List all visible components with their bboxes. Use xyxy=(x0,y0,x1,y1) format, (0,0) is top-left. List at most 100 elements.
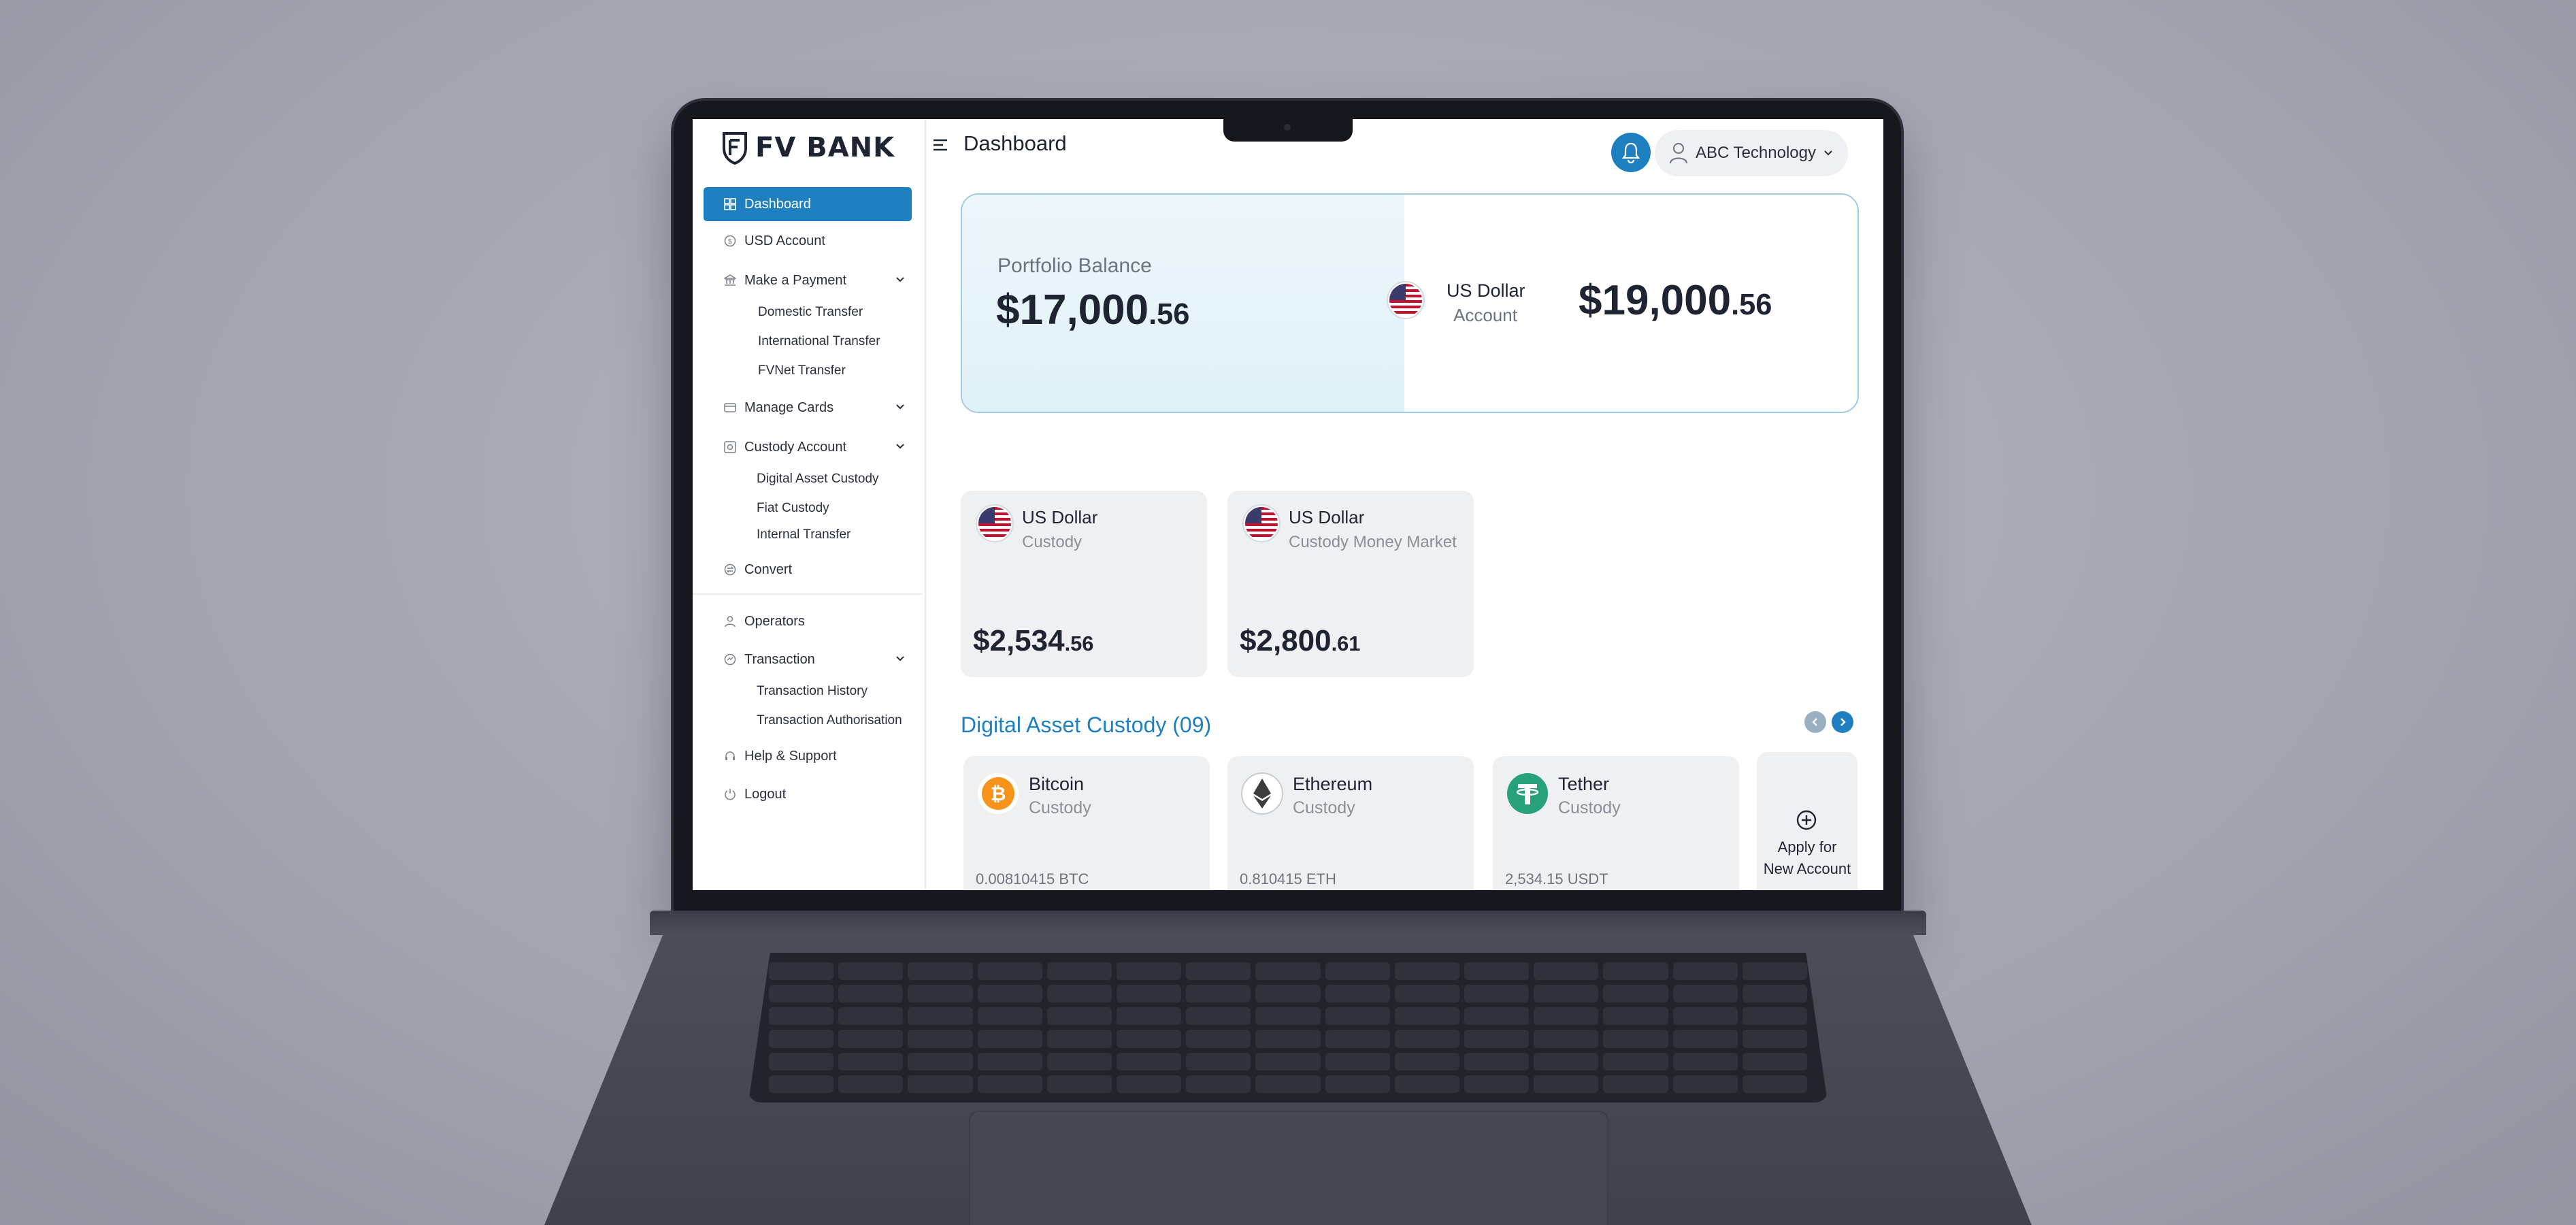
sidebar-subitem-domestic-transfer[interactable]: Domestic Transfer xyxy=(704,297,912,327)
user-menu-dropdown[interactable]: ABC Technology xyxy=(1655,130,1848,176)
asset-title: Tether xyxy=(1558,774,1610,794)
sidebar-item-logout[interactable]: Logout xyxy=(704,777,912,811)
sidebar-nav: Dashboard $ USD Account Make a Payment D… xyxy=(693,187,923,811)
sidebar-item-usd-account[interactable]: $ USD Account xyxy=(704,224,912,258)
sidebar-item-label: Transaction xyxy=(744,651,815,667)
brand-logo[interactable]: FV BANK xyxy=(721,130,895,165)
sidebar-subitem-transaction-authorisation[interactable]: Transaction Authorisation xyxy=(704,706,912,735)
custody-balance: $2,800.61 xyxy=(1240,624,1361,657)
asset-subtitle: Custody xyxy=(1293,798,1355,817)
sidebar-divider xyxy=(693,593,923,595)
asset-quantity: 0.810415 ETH xyxy=(1240,870,1336,887)
chevron-down-icon[interactable] xyxy=(895,402,905,412)
custody-subtitle: Custody Money Market xyxy=(1289,533,1457,551)
sidebar-item-custody-account[interactable]: Custody Account xyxy=(704,430,912,464)
sidebar-item-make-a-payment[interactable]: Make a Payment xyxy=(704,263,912,297)
sidebar-item-dashboard[interactable]: Dashboard xyxy=(704,187,912,221)
chevron-left-icon xyxy=(1812,718,1817,726)
sidebar-subitem-digital-asset-custody[interactable]: Digital Asset Custody xyxy=(704,464,912,493)
us-flag-icon xyxy=(1387,281,1425,319)
vault-icon xyxy=(724,441,736,453)
sidebar-subitem-fvnet-transfer[interactable]: FVNet Transfer xyxy=(704,356,912,385)
apply-new-account-label: Apply for New Account xyxy=(1763,838,1851,877)
asset-subtitle: Custody xyxy=(1558,798,1621,817)
chevron-right-icon xyxy=(1840,718,1846,726)
tether-custody-card[interactable]: Tether Custody 2,534.15 USDT xyxy=(1493,756,1739,890)
asset-title: Ethereum xyxy=(1293,774,1373,794)
headset-icon xyxy=(725,751,735,760)
usd-money-market-card[interactable]: US Dollar Custody Money Market $2,800.61 xyxy=(1227,491,1474,677)
hamburger-menu-icon[interactable] xyxy=(932,138,948,152)
sidebar-item-label: Dashboard xyxy=(744,196,811,212)
card-icon xyxy=(724,403,736,412)
bell-icon xyxy=(1621,142,1640,163)
sidebar-item-manage-cards[interactable]: Manage Cards xyxy=(704,391,912,425)
svg-text:$: $ xyxy=(728,237,733,246)
chevron-down-icon[interactable] xyxy=(895,654,905,664)
carousel-prev-button[interactable] xyxy=(1804,711,1826,733)
laptop-trackpad xyxy=(969,1111,1608,1225)
sidebar-item-label: Make a Payment xyxy=(744,272,847,288)
sidebar-item-label: Operators xyxy=(744,613,805,629)
svg-text:₿: ₿ xyxy=(991,783,1006,805)
sidebar-subitem-fiat-custody[interactable]: Fiat Custody xyxy=(704,493,912,523)
asset-title: Bitcoin xyxy=(1029,774,1085,794)
notifications-button[interactable] xyxy=(1611,133,1651,172)
portfolio-card: Portfolio Balance $17,000.56 US Dollar A… xyxy=(961,193,1859,413)
sidebar: FV BANK Dashboard $ USD Account Make a P… xyxy=(693,119,926,890)
chevron-down-icon[interactable] xyxy=(895,442,905,451)
sidebar-item-label: USD Account xyxy=(744,233,825,248)
portfolio-balance-label: Portfolio Balance xyxy=(997,255,1152,277)
laptop-keyboard xyxy=(748,953,1828,1102)
custody-subtitle: Custody xyxy=(1022,533,1083,551)
bank-icon xyxy=(724,274,736,286)
custody-title: US Dollar xyxy=(1289,507,1365,527)
usd-account-balance: $19,000.56 xyxy=(1579,277,1772,324)
user-icon xyxy=(1670,143,1687,164)
user-icon xyxy=(725,616,736,627)
app-screen: FV BANK Dashboard $ USD Account Make a P… xyxy=(693,119,1883,890)
ethereum-custody-card[interactable]: Ethereum Custody 0.810415 ETH xyxy=(1227,756,1474,890)
usd-custody-card[interactable]: US Dollar Custody $2,534.56 xyxy=(961,491,1207,677)
asset-subtitle: Custody xyxy=(1029,798,1091,817)
portfolio-balance-amount: $17,000.56 xyxy=(996,287,1190,333)
us-flag-icon xyxy=(1242,504,1281,542)
power-icon xyxy=(725,789,736,800)
usd-account-type: Account xyxy=(1453,305,1517,325)
convert-icon xyxy=(724,564,736,576)
tether-icon xyxy=(1507,773,1548,814)
chevron-down-icon[interactable] xyxy=(895,275,905,284)
dollar-circle-icon: $ xyxy=(724,235,736,247)
sidebar-item-label: Manage Cards xyxy=(744,399,834,415)
sidebar-item-convert[interactable]: Convert xyxy=(704,553,912,587)
sidebar-item-label: Custody Account xyxy=(744,439,847,455)
sidebar-subitem-transaction-history[interactable]: Transaction History xyxy=(704,676,912,706)
us-flag-icon xyxy=(976,504,1014,542)
bitcoin-icon: ₿ xyxy=(978,773,1019,814)
sidebar-item-label: Help & Support xyxy=(744,748,837,764)
laptop-hinge xyxy=(650,911,1926,935)
sidebar-item-help-support[interactable]: Help & Support xyxy=(704,739,912,773)
shield-logo-icon xyxy=(723,132,747,165)
sidebar-item-label: Logout xyxy=(744,786,787,802)
custody-title: US Dollar xyxy=(1022,507,1098,527)
camera-notch xyxy=(1223,117,1353,142)
bitcoin-custody-card[interactable]: ₿ Bitcoin Custody 0.00810415 BTC xyxy=(963,756,1210,890)
brand-name: FV BANK xyxy=(755,132,895,163)
sidebar-item-label: Convert xyxy=(744,561,793,577)
sidebar-subitem-internal-transfer[interactable]: Internal Transfer xyxy=(704,523,912,547)
usd-account-name: US Dollar xyxy=(1447,280,1525,301)
camera-icon xyxy=(1284,124,1291,131)
sidebar-item-transaction[interactable]: Transaction xyxy=(704,642,912,676)
digital-asset-section-title: Digital Asset Custody (09) xyxy=(961,713,1212,737)
sidebar-subitem-international-transfer[interactable]: International Transfer xyxy=(704,327,912,356)
carousel-next-button[interactable] xyxy=(1832,711,1853,733)
sidebar-item-operators[interactable]: Operators xyxy=(704,604,912,638)
transaction-icon xyxy=(724,653,736,666)
custody-balance: $2,534.56 xyxy=(973,624,1094,657)
apply-new-account-card[interactable]: Apply for New Account xyxy=(1757,752,1857,890)
plus-circle-icon xyxy=(1796,810,1817,830)
ethereum-icon xyxy=(1241,772,1283,815)
user-name: ABC Technology xyxy=(1696,144,1816,162)
grid-icon xyxy=(724,198,736,210)
